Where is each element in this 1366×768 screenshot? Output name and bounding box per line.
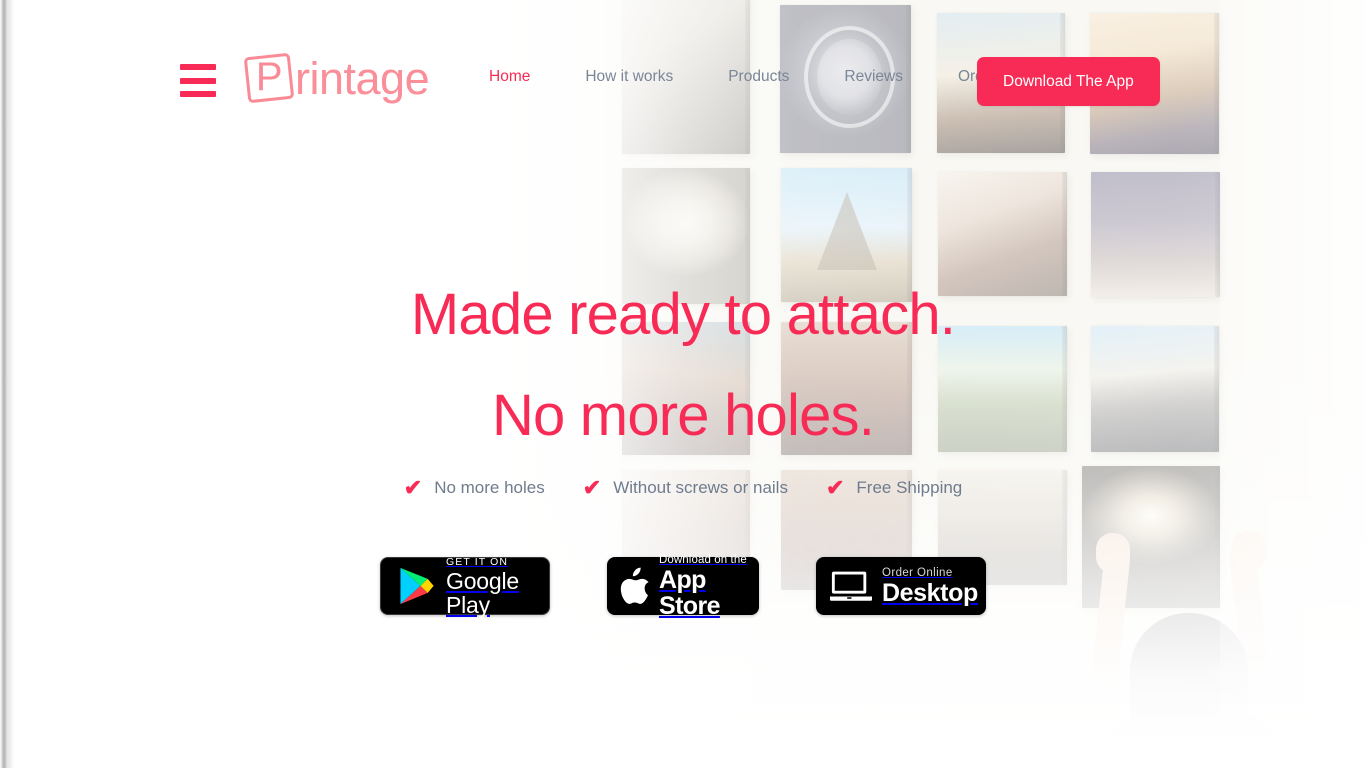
download-the-app-button[interactable]: Download The App: [977, 57, 1160, 106]
feature-item: ✔ Free Shipping: [826, 477, 962, 499]
nav-item-products[interactable]: Products: [728, 68, 789, 86]
badge-small-label: Download on the: [659, 553, 747, 566]
person-hanging-canvas: [1060, 505, 1310, 768]
feature-label: Without screws or nails: [613, 478, 788, 497]
hero-headline: Made ready to attach. No more holes.: [0, 264, 1366, 466]
store-badge-row: GET IT ON Google Play Download on the App S…: [0, 554, 1366, 619]
page-root: P rintage Home How it works Products Review…: [0, 0, 1366, 768]
google-play-badge[interactable]: GET IT ON Google Play: [380, 556, 550, 617]
feature-label: No more holes: [434, 478, 545, 497]
badge-text: GET IT ON Google Play: [446, 556, 535, 617]
logo-wordmark: rintage: [295, 52, 430, 104]
badge-text: Download on the App Store: [659, 554, 747, 619]
badge-small-label: Order Online: [882, 566, 953, 579]
nav-item-home[interactable]: Home: [489, 68, 530, 86]
feature-item: ✔ Without screws or nails: [583, 477, 788, 499]
google-play-icon: [395, 566, 435, 606]
logo-letter-p: P: [255, 55, 283, 100]
nav-item-reviews[interactable]: Reviews: [844, 68, 903, 86]
hamburger-menu-icon[interactable]: [180, 64, 216, 97]
badge-small-label: GET IT ON: [446, 555, 509, 568]
site-header: P rintage Home How it works Products Review…: [0, 0, 1366, 160]
badge-big-label: Desktop: [882, 578, 978, 607]
headline-line-1: Made ready to attach.: [410, 282, 956, 347]
shoulders: [1098, 710, 1286, 768]
badge-text: Order Online Desktop: [882, 567, 978, 606]
badge-big-label: App Store: [659, 565, 721, 620]
main-navigation: HomeHow it worksProductsReviewsOrder Onl…: [489, 68, 1047, 86]
desktop-badge[interactable]: Order Online Desktop: [816, 557, 986, 615]
hero-feature-list: ✔ No more holes ✔ Without screws or nails ✔ F…: [0, 477, 1366, 499]
logo-square-icon: P: [243, 52, 295, 104]
desktop-monitor-icon: [830, 569, 872, 603]
hamburger-bar: [180, 91, 216, 97]
feature-item: ✔ No more holes: [404, 477, 545, 499]
check-icon: ✔: [403, 475, 423, 500]
headline-line-2: No more holes.: [491, 383, 875, 448]
check-icon: ✔: [825, 475, 845, 500]
hamburger-bar: [180, 64, 216, 70]
feature-label: Free Shipping: [856, 478, 963, 497]
brand-logo[interactable]: P rintage: [243, 47, 430, 109]
nav-item-how-it-works[interactable]: How it works: [585, 68, 673, 86]
apple-icon: [619, 567, 651, 605]
badge-big-label: Google Play: [446, 567, 519, 618]
check-icon: ✔: [582, 475, 602, 500]
hamburger-bar: [180, 77, 216, 84]
app-store-badge[interactable]: Download on the App Store: [607, 554, 759, 619]
